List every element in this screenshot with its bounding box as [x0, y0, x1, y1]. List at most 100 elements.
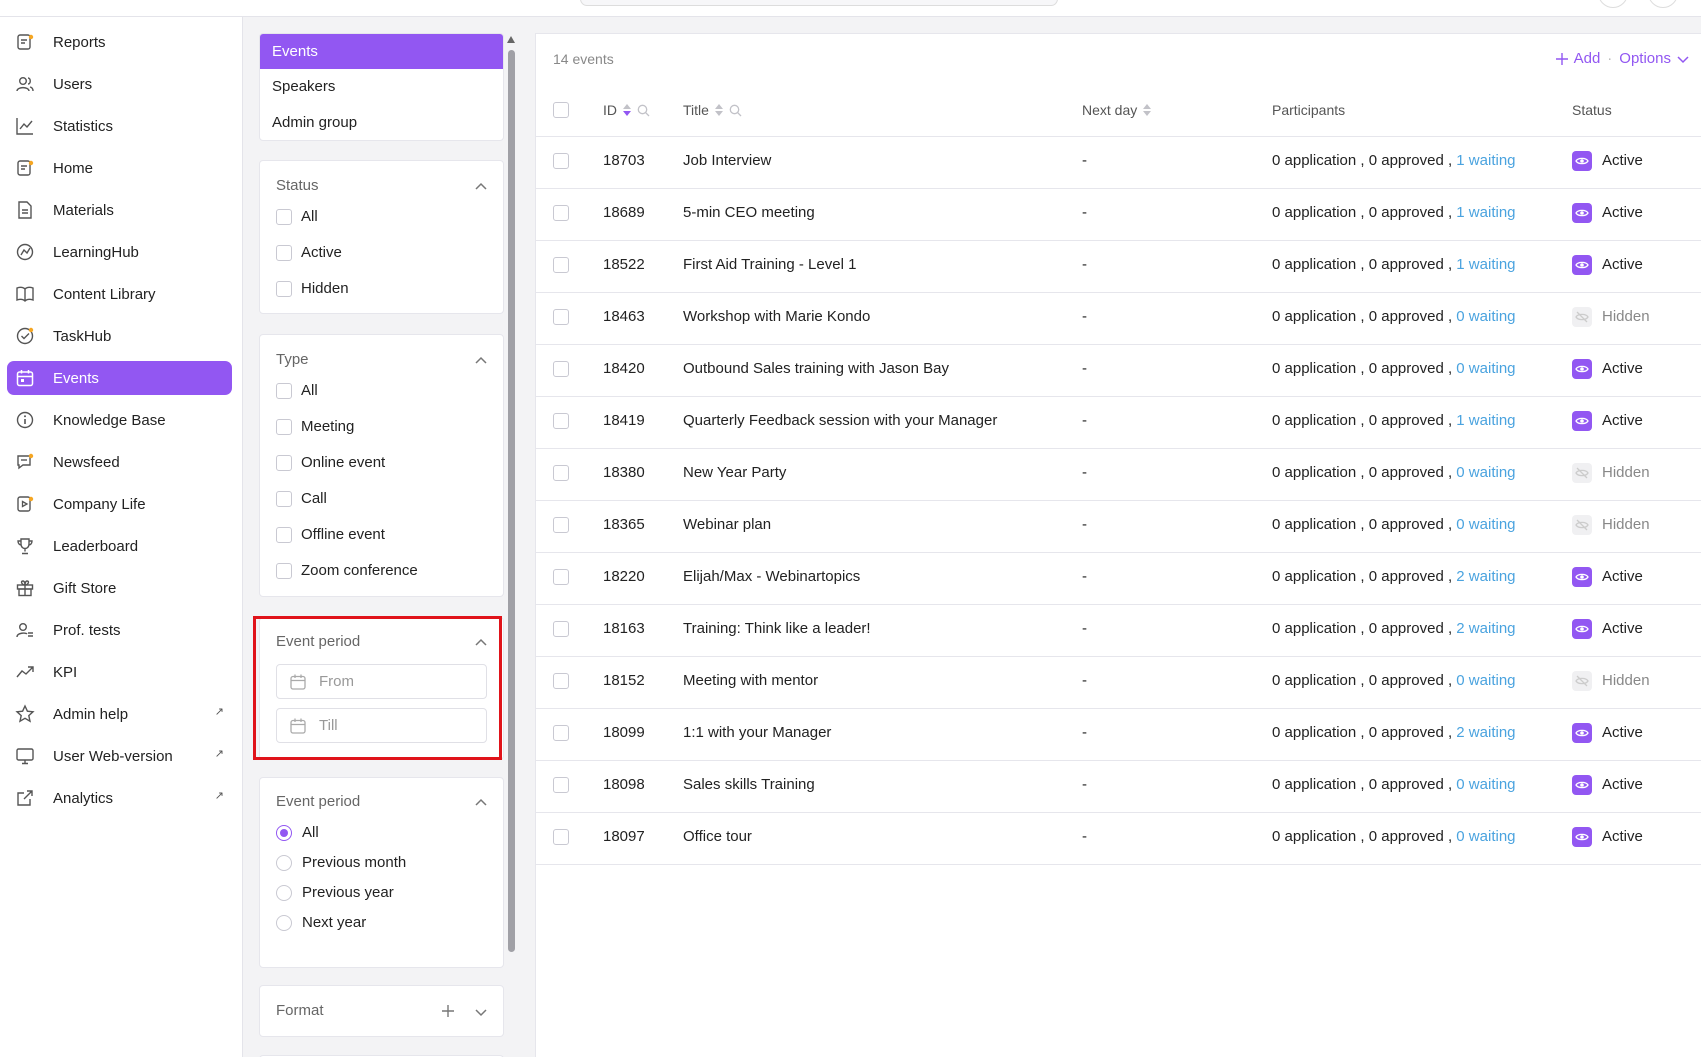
table-row[interactable]: 18099 1:1 with your Manager - 0 application… — [536, 709, 1701, 761]
nav-item-taskhub[interactable]: TaskHub — [7, 319, 232, 353]
waiting-link[interactable]: 2 waiting — [1456, 724, 1515, 741]
nav-item-users[interactable]: Users — [7, 67, 232, 101]
row-title[interactable]: Job Interview — [683, 152, 771, 169]
notifications-button[interactable] — [1598, 0, 1628, 8]
table-row[interactable]: 18420 Outbound Sales training with Jason … — [536, 345, 1701, 397]
add-button[interactable]: Add — [1574, 50, 1601, 67]
scrollbar-thumb[interactable] — [508, 50, 515, 952]
radio-button[interactable] — [276, 824, 292, 841]
eye-off-icon[interactable] — [1572, 463, 1592, 483]
options-button[interactable]: Options — [1619, 50, 1671, 67]
eye-off-icon[interactable] — [1572, 515, 1592, 535]
table-row[interactable]: 18522 First Aid Training - Level 1 - 0 appl… — [536, 241, 1701, 293]
nav-item-user-web-version[interactable]: User Web-version ↗ — [7, 739, 232, 773]
row-checkbox[interactable] — [553, 829, 569, 845]
row-checkbox[interactable] — [553, 361, 569, 377]
row-title[interactable]: 5-min CEO meeting — [683, 204, 815, 221]
table-row[interactable]: 18097 Office tour - 0 application , 0 appro… — [536, 813, 1701, 865]
nav-item-reports[interactable]: Reports — [7, 25, 232, 59]
radio-button[interactable] — [276, 914, 292, 931]
eye-icon[interactable] — [1572, 827, 1592, 847]
period-option-previous-month[interactable]: Previous month — [276, 854, 406, 871]
scroll-up-icon[interactable] — [507, 36, 515, 43]
checkbox[interactable] — [276, 454, 292, 471]
chevron-down-icon[interactable] — [1677, 53, 1689, 65]
row-title[interactable]: 1:1 with your Manager — [683, 724, 831, 741]
global-search-input[interactable] — [580, 0, 1058, 6]
table-row[interactable]: 18365 Webinar plan - 0 application , 0 appr… — [536, 501, 1701, 553]
type-option-offline-event[interactable]: Offline event — [276, 526, 385, 543]
type-option-call[interactable]: Call — [276, 490, 327, 507]
checkbox[interactable] — [276, 244, 292, 261]
row-title[interactable]: Workshop with Marie Kondo — [683, 308, 870, 325]
nav-item-admin-help[interactable]: Admin help ↗ — [7, 697, 232, 731]
type-option-online-event[interactable]: Online event — [276, 454, 385, 471]
table-row[interactable]: 18098 Sales skills Training - 0 application… — [536, 761, 1701, 813]
nav-item-prof-tests[interactable]: Prof. tests — [7, 613, 232, 647]
avatar[interactable] — [1648, 0, 1678, 8]
table-row[interactable]: 18380 New Year Party - 0 application , 0 ap… — [536, 449, 1701, 501]
waiting-link[interactable]: 0 waiting — [1456, 360, 1515, 377]
row-title[interactable]: New Year Party — [683, 464, 786, 481]
row-checkbox[interactable] — [553, 205, 569, 221]
nav-item-company-life[interactable]: Company Life — [7, 487, 232, 521]
eye-icon[interactable] — [1572, 723, 1592, 743]
period-option-next-year[interactable]: Next year — [276, 914, 366, 931]
row-title[interactable]: First Aid Training - Level 1 — [683, 256, 856, 273]
table-row[interactable]: 18163 Training: Think like a leader! - 0 ap… — [536, 605, 1701, 657]
column-title[interactable]: Title — [683, 102, 742, 118]
nav-item-kpi[interactable]: KPI — [7, 655, 232, 689]
type-option-zoom-conference[interactable]: Zoom conference — [276, 562, 418, 579]
search-icon[interactable] — [729, 104, 742, 117]
checkbox[interactable] — [276, 562, 292, 579]
eye-icon[interactable] — [1572, 567, 1592, 587]
column-next-day[interactable]: Next day — [1082, 102, 1152, 118]
eye-icon[interactable] — [1572, 255, 1592, 275]
table-row[interactable]: 18152 Meeting with mentor - 0 application ,… — [536, 657, 1701, 709]
waiting-link[interactable]: 1 waiting — [1456, 204, 1515, 221]
row-checkbox[interactable] — [553, 569, 569, 585]
eye-icon[interactable] — [1572, 619, 1592, 639]
checkbox[interactable] — [276, 526, 292, 543]
nav-item-materials[interactable]: Materials — [7, 193, 232, 227]
row-checkbox[interactable] — [553, 777, 569, 793]
nav-item-gift-store[interactable]: Gift Store — [7, 571, 232, 605]
row-checkbox[interactable] — [553, 725, 569, 741]
eye-icon[interactable] — [1572, 359, 1592, 379]
table-row[interactable]: 18220 Elijah/Max - Webinartopics - 0 applic… — [536, 553, 1701, 605]
chevron-up-icon[interactable] — [475, 181, 487, 193]
checkbox[interactable] — [276, 418, 292, 435]
row-checkbox[interactable] — [553, 257, 569, 273]
eye-icon[interactable] — [1572, 411, 1592, 431]
waiting-link[interactable]: 2 waiting — [1456, 620, 1515, 637]
row-title[interactable]: Sales skills Training — [683, 776, 815, 793]
nav-item-home[interactable]: Home — [7, 151, 232, 185]
row-title[interactable]: Webinar plan — [683, 516, 771, 533]
eye-icon[interactable] — [1572, 151, 1592, 171]
status-option-active[interactable]: Active — [276, 244, 342, 261]
row-checkbox[interactable] — [553, 465, 569, 481]
row-title[interactable]: Training: Think like a leader! — [683, 620, 871, 637]
waiting-link[interactable]: 1 waiting — [1456, 152, 1515, 169]
table-row[interactable]: 18703 Job Interview - 0 application , 0 app… — [536, 137, 1701, 189]
select-all-checkbox[interactable] — [553, 102, 569, 118]
eye-icon[interactable] — [1572, 203, 1592, 223]
waiting-link[interactable]: 0 waiting — [1456, 464, 1515, 481]
period-option-previous-year[interactable]: Previous year — [276, 884, 394, 901]
type-option-all[interactable]: All — [276, 382, 318, 399]
checkbox[interactable] — [276, 490, 292, 507]
segment-events[interactable]: Events — [260, 34, 503, 69]
nav-item-leaderboard[interactable]: Leaderboard — [7, 529, 232, 563]
plus-icon[interactable] — [441, 1004, 455, 1018]
table-row[interactable]: 18463 Workshop with Marie Kondo - 0 applica… — [536, 293, 1701, 345]
sort-icon[interactable] — [623, 104, 631, 116]
row-checkbox[interactable] — [553, 153, 569, 169]
waiting-link[interactable]: 0 waiting — [1456, 672, 1515, 689]
sort-icon[interactable] — [714, 104, 723, 116]
eye-icon[interactable] — [1572, 775, 1592, 795]
radio-button[interactable] — [276, 854, 292, 871]
nav-item-content-library[interactable]: Content Library — [7, 277, 232, 311]
row-checkbox[interactable] — [553, 309, 569, 325]
waiting-link[interactable]: 0 waiting — [1456, 308, 1515, 325]
type-option-meeting[interactable]: Meeting — [276, 418, 354, 435]
